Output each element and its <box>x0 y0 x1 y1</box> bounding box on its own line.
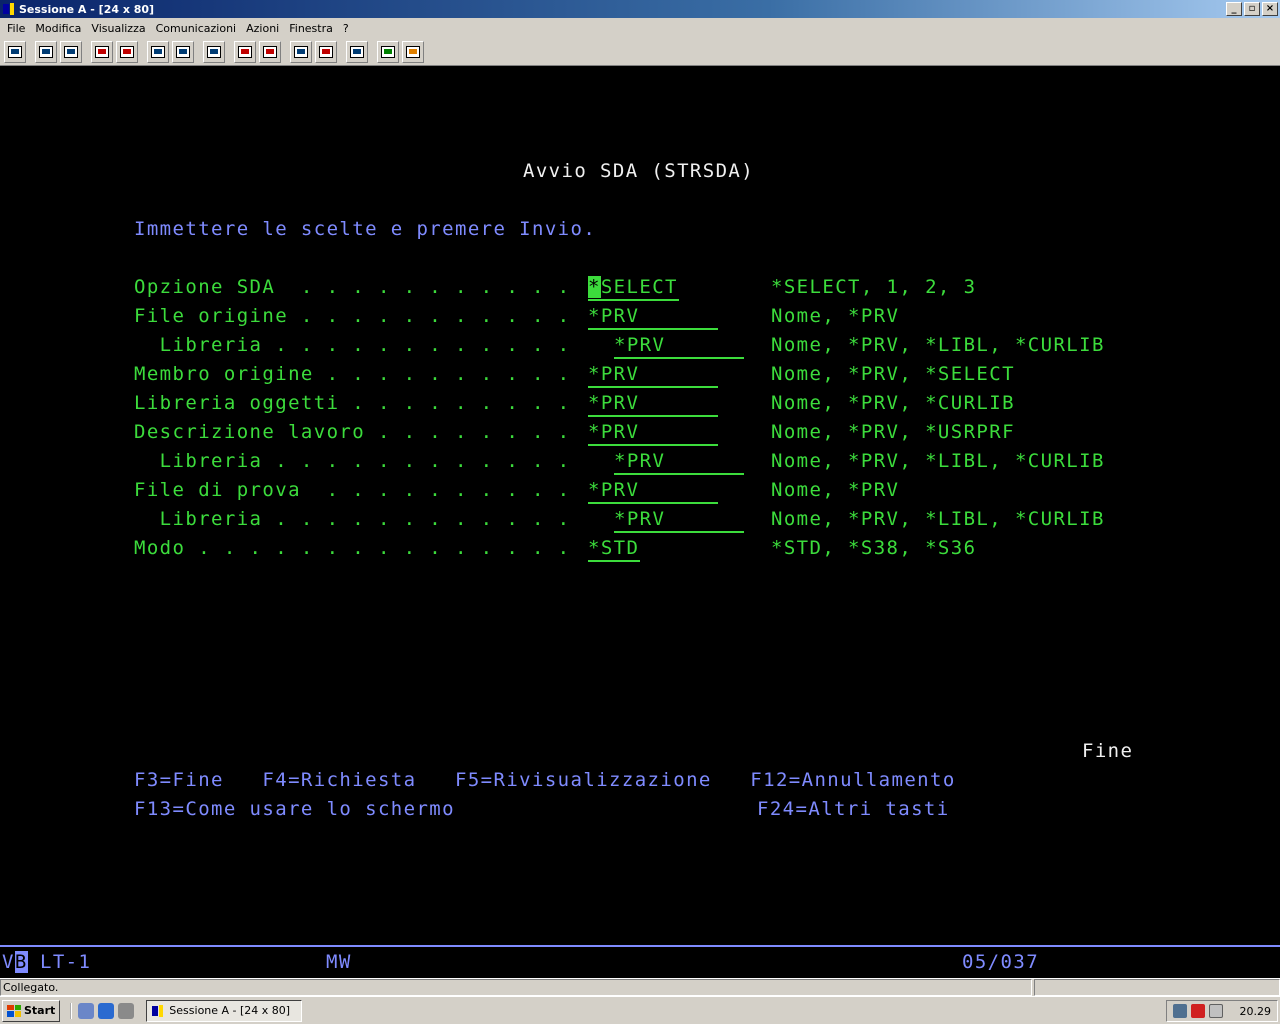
menu-help[interactable]: ? <box>338 22 354 35</box>
function-keys-line-2: F13=Come usare lo schermo <box>134 798 455 820</box>
network-icon[interactable] <box>118 1002 135 1019</box>
input-file-di-prova[interactable]: *PRV <box>588 478 718 504</box>
hint-libreria-file-di-prova: Nome, *PRV, *LIBL, *CURLIB <box>771 508 1105 530</box>
input-libreria-descrizione-lavoro[interactable]: *PRV <box>614 449 744 475</box>
quick-launch <box>70 1002 135 1019</box>
system-tray: 20.29 <box>1166 1000 1278 1022</box>
terminal-screen[interactable]: Avvio SDA (STRSDA) Immettere le scelte e… <box>0 67 1280 945</box>
label-libreria-file-origine: Libreria . . . . . . . . . . . . <box>134 334 571 356</box>
hint-membro-origine: Nome, *PRV, *SELECT <box>771 363 1015 385</box>
input-libreria-file-di-prova[interactable]: *PRV <box>614 507 744 533</box>
input-opzione-sda-value: SELECT <box>600 276 678 298</box>
pcomm-app-icon[interactable] <box>2 2 16 16</box>
close-button[interactable]: × <box>1262 2 1278 16</box>
label-file-di-prova: File di prova . . . . . . . . . . <box>134 479 571 501</box>
send-file-icon[interactable] <box>91 40 113 63</box>
text-cursor: * <box>588 276 601 298</box>
input-modo[interactable]: *STD <box>588 536 640 562</box>
toolbar <box>0 38 1280 66</box>
hint-libreria-file-origine: Nome, *PRV, *LIBL, *CURLIB <box>771 334 1105 356</box>
hint-libreria-oggetti: Nome, *PRV, *CURLIB <box>771 392 1015 414</box>
input-file-origine[interactable]: *PRV <box>588 304 718 330</box>
input-libreria-oggetti[interactable]: *PRV <box>588 391 718 417</box>
connection-status: Collegato. <box>0 979 1032 996</box>
oia-vb: VB <box>2 951 28 973</box>
input-libreria-file-origine[interactable]: *PRV <box>614 333 744 359</box>
internet-explorer-icon[interactable] <box>98 1002 115 1019</box>
stop-macro-icon[interactable] <box>259 40 281 63</box>
oia-cursor-position: 05/037 <box>962 951 1040 973</box>
clipboard-icon[interactable] <box>346 40 368 63</box>
pcomm-task-icon <box>152 1004 164 1017</box>
network-status-icon[interactable] <box>1173 1004 1187 1018</box>
hint-libreria-descrizione-lavoro: Nome, *PRV, *LIBL, *CURLIB <box>771 450 1105 472</box>
display-macro-icon[interactable] <box>147 40 169 63</box>
display-keypad-icon[interactable] <box>172 40 194 63</box>
label-file-origine: File origine . . . . . . . . . . . <box>134 305 571 327</box>
start-button[interactable]: Start <box>2 999 61 1022</box>
label-membro-origine: Membro origine . . . . . . . . . . <box>134 363 571 385</box>
input-opzione-sda[interactable]: *SELECT <box>588 275 679 301</box>
support-icon[interactable] <box>402 40 424 63</box>
status-bar: Collegato. <box>0 978 1280 996</box>
hint-modo: *STD, *S38, *S36 <box>771 537 977 559</box>
maximize-button[interactable]: ▫ <box>1244 2 1260 16</box>
copy-icon[interactable] <box>35 40 57 63</box>
label-descrizione-lavoro: Descrizione lavoro . . . . . . . . <box>134 421 571 443</box>
menu-bar: File Modifica Visualizza Comunicazioni A… <box>0 18 1280 38</box>
label-libreria-file-di-prova: Libreria . . . . . . . . . . . . <box>134 508 571 530</box>
clock: 20.29 <box>1239 1004 1272 1018</box>
function-keys-line-1: F3=Fine F4=Richiesta F5=Rivisualizzazion… <box>134 769 956 791</box>
antivirus-icon[interactable] <box>1191 1004 1205 1018</box>
status-bar-panel <box>1034 979 1280 996</box>
minimize-button[interactable]: _ <box>1226 2 1242 16</box>
menu-azioni[interactable]: Azioni <box>241 22 284 35</box>
start-label: Start <box>24 1004 56 1017</box>
label-libreria-descrizione-lavoro: Libreria . . . . . . . . . . . . <box>134 450 571 472</box>
label-opzione-sda: Opzione SDA . . . . . . . . . . . <box>134 276 571 298</box>
taskbar: Start Sessione A - [24 x 80] 20.29 <box>0 996 1280 1024</box>
screen-title: Avvio SDA (STRSDA) <box>523 160 755 182</box>
play-macro-icon[interactable] <box>234 40 256 63</box>
volume-icon[interactable] <box>1209 1004 1223 1018</box>
windows-flag-icon <box>7 1004 21 1017</box>
menu-file[interactable]: File <box>2 22 30 35</box>
macro-options-icon[interactable] <box>290 40 312 63</box>
globe-icon[interactable] <box>377 40 399 63</box>
receive-file-icon[interactable] <box>116 40 138 63</box>
menu-modifica[interactable]: Modifica <box>30 22 86 35</box>
menu-visualizza[interactable]: Visualizza <box>86 22 150 35</box>
print-screen-icon[interactable] <box>4 40 26 63</box>
window-controls: _ ▫ × <box>1226 2 1278 16</box>
taskbar-item-sessione-a[interactable]: Sessione A - [24 x 80] <box>146 999 303 1022</box>
more-indicator: Fine <box>1082 740 1134 762</box>
oia-mw: MW <box>326 951 352 973</box>
screen-instruction: Immettere le scelte e premere Invio. <box>134 218 597 240</box>
label-modo: Modo . . . . . . . . . . . . . . . <box>134 537 571 559</box>
title-bar: Sessione A - [24 x 80] _ ▫ × <box>0 0 1280 18</box>
hint-opzione-sda: *SELECT, 1, 2, 3 <box>771 276 977 298</box>
taskbar-item-label: Sessione A - [24 x 80] <box>169 1004 291 1017</box>
hint-file-origine: Nome, *PRV <box>771 305 900 327</box>
function-keys-line-2-right: F24=Altri tasti <box>757 798 950 820</box>
input-membro-origine[interactable]: *PRV <box>588 362 718 388</box>
window-title: Sessione A - [24 x 80] <box>19 2 155 16</box>
operator-info-area: VB LT-1 MW 05/037 <box>0 947 1280 977</box>
menu-finestra[interactable]: Finestra <box>284 22 338 35</box>
label-libreria-oggetti: Libreria oggetti . . . . . . . . . <box>134 392 571 414</box>
menu-comunicazioni[interactable]: Comunicazioni <box>151 22 242 35</box>
oia-session: LT-1 <box>40 951 92 973</box>
edit-macro-icon[interactable] <box>315 40 337 63</box>
hint-file-di-prova: Nome, *PRV <box>771 479 900 501</box>
record-macro-icon[interactable] <box>203 40 225 63</box>
hint-descrizione-lavoro: Nome, *PRV, *USRPRF <box>771 421 1015 443</box>
show-desktop-icon[interactable] <box>78 1002 95 1019</box>
paste-icon[interactable] <box>60 40 82 63</box>
input-descrizione-lavoro[interactable]: *PRV <box>588 420 718 446</box>
